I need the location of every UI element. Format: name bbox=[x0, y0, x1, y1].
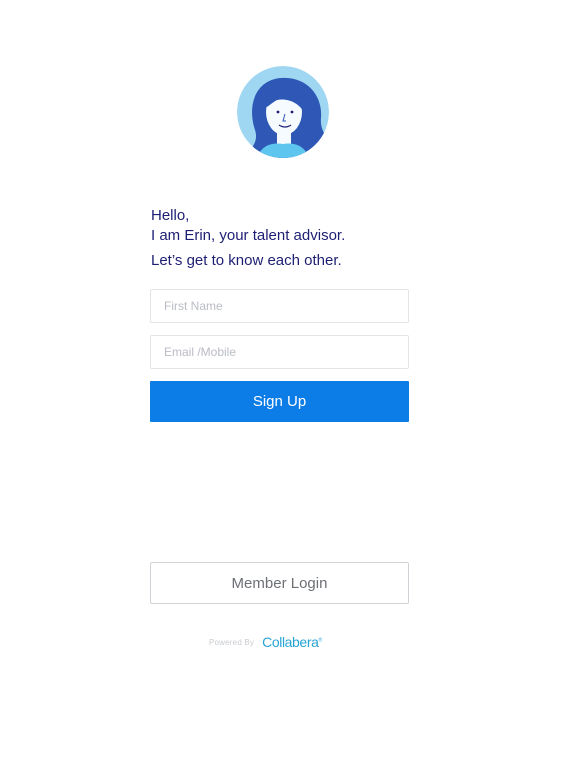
greeting-intro: I am Erin, your talent advisor. bbox=[151, 227, 346, 244]
powered-by-footer: Powered By Collabera® bbox=[209, 633, 322, 651]
sign-up-button[interactable]: Sign Up bbox=[150, 381, 409, 422]
greeting-hello: Hello, bbox=[151, 207, 190, 224]
advisor-greeting: Hello, I am Erin, your talent advisor. L… bbox=[151, 206, 345, 271]
powered-by-label: Powered By bbox=[209, 637, 255, 647]
first-name-input[interactable] bbox=[150, 289, 409, 323]
advisor-avatar bbox=[237, 66, 329, 158]
registered-mark: ® bbox=[318, 637, 322, 644]
member-login-button[interactable]: Member Login bbox=[150, 562, 409, 604]
greeting-prompt: Let’s get to know each other. bbox=[151, 252, 342, 269]
woman-avatar-icon bbox=[237, 66, 329, 158]
collabera-logo: Collabera® bbox=[262, 634, 322, 650]
brand-name: Collabera bbox=[262, 634, 319, 650]
email-mobile-input[interactable] bbox=[150, 335, 409, 369]
